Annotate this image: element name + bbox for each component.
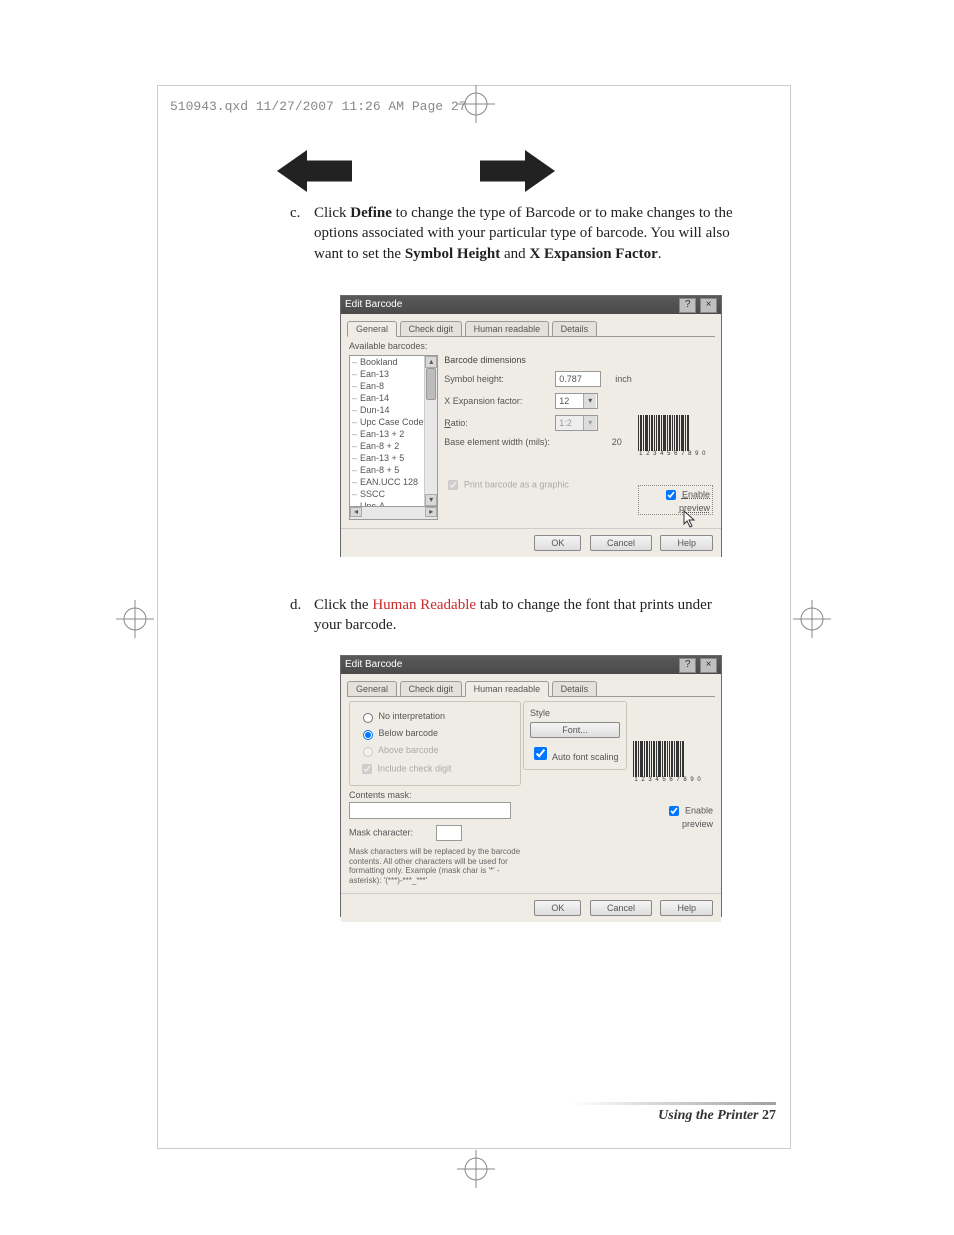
- ok-button[interactable]: OK: [534, 900, 581, 916]
- help-button[interactable]: Help: [660, 900, 713, 916]
- contents-mask-input[interactable]: [349, 802, 511, 819]
- close-icon[interactable]: ×: [700, 658, 717, 673]
- page-footer: Using the Printer 27: [658, 1108, 776, 1124]
- ratio-label: Ratio:: [444, 418, 549, 428]
- auto-font-checkbox[interactable]: Auto font scaling: [530, 752, 619, 762]
- base-width-value: 20: [612, 437, 632, 447]
- text: Click: [314, 205, 350, 221]
- crop-mark-icon: [116, 600, 154, 638]
- footer-divider: [571, 1102, 776, 1105]
- available-barcodes-label: Available barcodes:: [341, 337, 721, 351]
- scrollbar-h[interactable]: ◂ ▸: [349, 507, 438, 520]
- enable-preview-label: Enable preview: [682, 805, 713, 829]
- text: Click the: [314, 597, 372, 613]
- step-c: c. Click Define to change the type of Ba…: [314, 203, 734, 264]
- dialog-title: Edit Barcode: [345, 656, 402, 674]
- scrollbar[interactable]: ▴ ▾: [424, 356, 437, 506]
- step-letter: c.: [290, 203, 300, 223]
- titlebar: Edit Barcode ? ×: [341, 656, 721, 674]
- crop-header: 510943.qxd 11/27/2007 11:26 AM Page 27: [170, 99, 466, 114]
- barcode-digits: 1 2 3 4 5 6 7 8 9 0: [633, 777, 703, 783]
- symbol-height-input[interactable]: 0.787: [555, 371, 601, 387]
- tab-human-readable[interactable]: Human readable: [465, 681, 550, 697]
- barcode-preview: 1 2 3 4 5 6 7 8 9 0: [638, 415, 708, 457]
- barcode-digits: 1 2 3 4 5 6 7 8 9 0: [638, 451, 708, 457]
- enable-preview-checkbox[interactable]: [669, 806, 679, 816]
- base-width-label: Base element width (mils):: [444, 437, 569, 447]
- help-icon[interactable]: ?: [679, 658, 696, 673]
- mask-char-label: Mask character:: [349, 827, 413, 837]
- symbol-height-label: Symbol height:: [444, 374, 549, 384]
- bold-xexp: X Expansion Factor: [529, 246, 657, 262]
- cancel-button[interactable]: Cancel: [590, 900, 652, 916]
- include-check-checkbox: Include check digit: [358, 759, 512, 779]
- radio-none[interactable]: No interpretation: [358, 708, 512, 725]
- section-title: Using the Printer: [658, 1108, 758, 1123]
- scroll-left-icon[interactable]: ◂: [350, 507, 362, 517]
- prev-arrow-icon[interactable]: [277, 150, 352, 192]
- ok-button[interactable]: OK: [534, 535, 581, 551]
- edit-barcode-dialog-human-readable: Edit Barcode ? × General Check digit Hum…: [340, 655, 722, 917]
- tab-human-readable[interactable]: Human readable: [465, 321, 550, 336]
- next-arrow-icon[interactable]: [480, 150, 555, 192]
- group-label: Barcode dimensions: [444, 355, 632, 365]
- help-icon[interactable]: ?: [679, 298, 696, 313]
- xexp-select[interactable]: 12: [555, 393, 598, 409]
- cursor-icon: [683, 510, 699, 530]
- tab-check-digit[interactable]: Check digit: [400, 681, 463, 696]
- print-graphic-checkbox: [448, 480, 458, 490]
- dialog-title: Edit Barcode: [345, 296, 402, 314]
- tab-general[interactable]: General: [347, 321, 397, 337]
- nav-arrows: [277, 150, 757, 210]
- tab-strip: General Check digit Human readable Detai…: [347, 320, 715, 337]
- tab-strip: General Check digit Human readable Detai…: [347, 680, 715, 697]
- interpretation-radio-group: No interpretation Below barcode Above ba…: [358, 708, 512, 779]
- step-d: d. Click the Human Readable tab to chang…: [314, 595, 734, 636]
- scroll-right-icon[interactable]: ▸: [425, 507, 437, 517]
- tab-details[interactable]: Details: [552, 321, 598, 336]
- scroll-thumb[interactable]: [426, 368, 436, 400]
- titlebar: Edit Barcode ? ×: [341, 296, 721, 314]
- xexp-label: X Expansion factor:: [444, 396, 549, 406]
- edit-barcode-dialog-general: Edit Barcode ? × General Check digit Hum…: [340, 295, 722, 557]
- bold-define: Define: [350, 205, 392, 221]
- font-button[interactable]: Font...: [530, 722, 620, 738]
- barcode-preview: 1 2 3 4 5 6 7 8 9 0: [633, 741, 703, 783]
- scroll-down-icon[interactable]: ▾: [425, 494, 437, 506]
- barcode-list[interactable]: Bookland Ean-13 Ean-8 Ean-14 Dun-14 Upc …: [349, 355, 438, 507]
- style-label: Style: [530, 708, 620, 718]
- tab-details[interactable]: Details: [552, 681, 598, 696]
- unit-label: inch: [615, 374, 632, 384]
- help-button[interactable]: Help: [660, 535, 713, 551]
- tab-general[interactable]: General: [347, 681, 397, 696]
- cancel-button[interactable]: Cancel: [590, 535, 652, 551]
- tab-check-digit[interactable]: Check digit: [400, 321, 463, 336]
- page-number: 27: [762, 1108, 776, 1123]
- contents-mask-label: Contents mask:: [349, 790, 521, 800]
- text: .: [658, 246, 662, 262]
- crop-mark-icon: [457, 85, 495, 123]
- crop-mark-icon: [793, 600, 831, 638]
- mask-char-input[interactable]: [436, 825, 462, 841]
- bold-symbol-height: Symbol Height: [405, 246, 500, 262]
- ratio-select: 1:2: [555, 415, 598, 431]
- close-icon[interactable]: ×: [700, 298, 717, 313]
- text: and: [500, 246, 529, 262]
- print-graphic-label: Print barcode as a graphic: [464, 479, 569, 489]
- mask-note: Mask characters will be replaced by the …: [349, 847, 521, 885]
- step-letter: d.: [290, 595, 301, 615]
- crop-mark-icon: [457, 1150, 495, 1188]
- scroll-up-icon[interactable]: ▴: [425, 356, 437, 368]
- red-human-readable: Human Readable: [372, 597, 476, 613]
- radio-above: Above barcode: [358, 742, 512, 759]
- radio-below[interactable]: Below barcode: [358, 725, 512, 742]
- enable-preview-checkbox[interactable]: [666, 490, 676, 500]
